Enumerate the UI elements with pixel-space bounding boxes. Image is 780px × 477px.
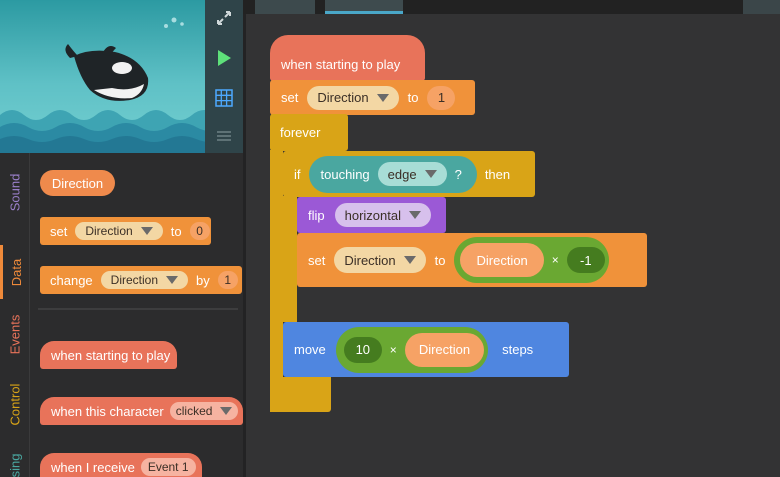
set-variable-label: Direction <box>85 224 133 238</box>
play-triangle-icon[interactable] <box>205 40 243 76</box>
block-palette: Sound Data Events Control sing Direction… <box>0 153 243 477</box>
touching-sensor[interactable]: touching edge ? <box>308 155 477 193</box>
chevron-down-icon <box>424 170 437 178</box>
stage-toolbar <box>205 0 243 153</box>
set-variable-dropdown[interactable]: Direction <box>75 222 163 240</box>
then-keyword: then <box>484 166 511 182</box>
category-tab-data[interactable]: Data <box>0 245 30 299</box>
move-keyword: move <box>294 342 326 357</box>
orca-character[interactable] <box>60 38 155 108</box>
if-keyword: if <box>294 166 301 182</box>
palette-set-block[interactable]: set Direction to 0 <box>40 217 211 245</box>
set-keyword: set <box>281 90 299 105</box>
direction-reporter-label: Direction <box>418 342 471 357</box>
set-to-label: to <box>407 90 419 105</box>
menu-lines-icon[interactable] <box>205 118 243 154</box>
palette-when-receive-block[interactable]: when I receive Event 1 <box>40 453 202 477</box>
chevron-down-icon <box>403 256 416 264</box>
touching-label: touching <box>320 166 370 182</box>
when-receive-dropdown[interactable]: Event 1 <box>140 458 196 476</box>
change-variable-label: Direction <box>110 273 159 287</box>
variable-reporter-label: Direction <box>51 175 104 191</box>
forever-block[interactable]: forever <box>270 114 348 151</box>
set-keyword: set <box>308 252 326 268</box>
flip-direction-label: horizontal <box>344 207 401 223</box>
set-to-label: to <box>170 223 182 239</box>
category-label-sound: Sound <box>7 173 23 211</box>
category-tab-events[interactable]: Events <box>0 299 30 369</box>
question-mark-label: ? <box>454 166 462 182</box>
set-value-input[interactable]: 0 <box>189 222 210 240</box>
flip-direction-dropdown[interactable]: horizontal <box>334 203 431 227</box>
touching-target-label: edge <box>387 166 417 182</box>
grid-icon[interactable] <box>205 80 243 116</box>
character-thumbnail-selected[interactable] <box>325 0 403 14</box>
category-label-events: Events <box>7 314 23 354</box>
character-thumbnail[interactable] <box>255 0 315 14</box>
category-tab-control[interactable]: Control <box>0 371 30 437</box>
expand-arrows-icon[interactable] <box>205 0 243 36</box>
change-keyword: change <box>50 272 93 288</box>
if-block[interactable]: if touching edge ? then <box>283 151 535 197</box>
character-strip <box>243 0 780 14</box>
direction-reporter[interactable]: Direction <box>460 243 544 277</box>
flip-block[interactable]: flip horizontal <box>297 197 446 233</box>
chevron-down-icon <box>409 211 421 219</box>
palette-when-starting-block[interactable]: when starting to play <box>40 341 177 369</box>
set-variable-label: Direction <box>317 90 369 105</box>
multiply-operator[interactable]: 10 × Direction <box>335 326 489 373</box>
category-label-sensing: sing <box>7 453 23 477</box>
variable-reporter-direction[interactable]: Direction <box>40 170 115 196</box>
when-receive-option: Event 1 <box>147 460 189 474</box>
set-to-label: to <box>434 252 446 268</box>
if-block-arm <box>283 196 297 322</box>
multiply-sign: × <box>551 253 559 267</box>
change-value-input[interactable]: 1 <box>217 271 238 289</box>
touching-target-dropdown[interactable]: edge <box>377 162 447 186</box>
multiply-operator[interactable]: Direction × -1 <box>454 237 609 283</box>
set-value-input[interactable]: 1 <box>427 85 456 110</box>
category-label-data: Data <box>9 258 24 286</box>
stage-preview[interactable] <box>0 0 205 153</box>
move-block[interactable]: move 10 × Direction steps <box>283 322 569 377</box>
when-clicked-option: clicked <box>175 404 213 418</box>
when-clicked-label: when this character <box>51 403 164 419</box>
set-keyword: set <box>50 223 68 239</box>
when-starting-label: when starting to play <box>51 347 171 363</box>
change-variable-dropdown[interactable]: Direction <box>100 271 189 289</box>
category-tab-sensing[interactable]: sing <box>0 445 30 477</box>
direction-reporter[interactable]: Direction <box>404 332 485 367</box>
forever-block-foot <box>270 377 331 412</box>
when-receive-label: when I receive <box>51 459 135 475</box>
character-thumbnail[interactable] <box>743 0 780 14</box>
script-hat-block[interactable]: when starting to play <box>270 35 425 81</box>
category-tab-sound[interactable]: Sound <box>0 153 30 231</box>
forever-label: forever <box>280 125 321 140</box>
category-tabs: Sound Data Events Control sing <box>0 153 30 477</box>
when-clicked-dropdown[interactable]: clicked <box>169 402 239 420</box>
flip-keyword: flip <box>308 207 325 223</box>
chevron-down-icon <box>166 276 179 284</box>
set-variable-dropdown[interactable]: Direction <box>334 247 426 273</box>
set-variable-label: Direction <box>344 252 396 268</box>
multiply-sign: × <box>389 342 397 357</box>
palette-when-clicked-block[interactable]: when this character clicked <box>40 397 243 425</box>
palette-change-block[interactable]: change Direction by 1 <box>40 266 242 294</box>
change-by-label: by <box>196 272 210 288</box>
set-variable-dropdown[interactable]: Direction <box>307 85 399 110</box>
bubbles-graphic <box>164 17 184 28</box>
multiply-value-input[interactable]: -1 <box>566 247 605 273</box>
move-value-input[interactable]: 10 <box>343 336 382 363</box>
chevron-down-icon <box>140 227 153 235</box>
hat-block-label: when starting to play <box>281 56 401 72</box>
direction-reporter-label: Direction <box>476 252 528 268</box>
category-label-control: Control <box>7 383 23 425</box>
script-set-multiply-block[interactable]: set Direction to Direction × -1 <box>297 233 647 287</box>
forever-block-arm <box>270 150 283 412</box>
chevron-down-icon <box>376 93 389 102</box>
palette-divider <box>38 308 238 310</box>
steps-label: steps <box>502 342 534 357</box>
script-set-block[interactable]: set Direction to 1 <box>270 80 475 115</box>
chevron-down-icon <box>220 407 233 415</box>
